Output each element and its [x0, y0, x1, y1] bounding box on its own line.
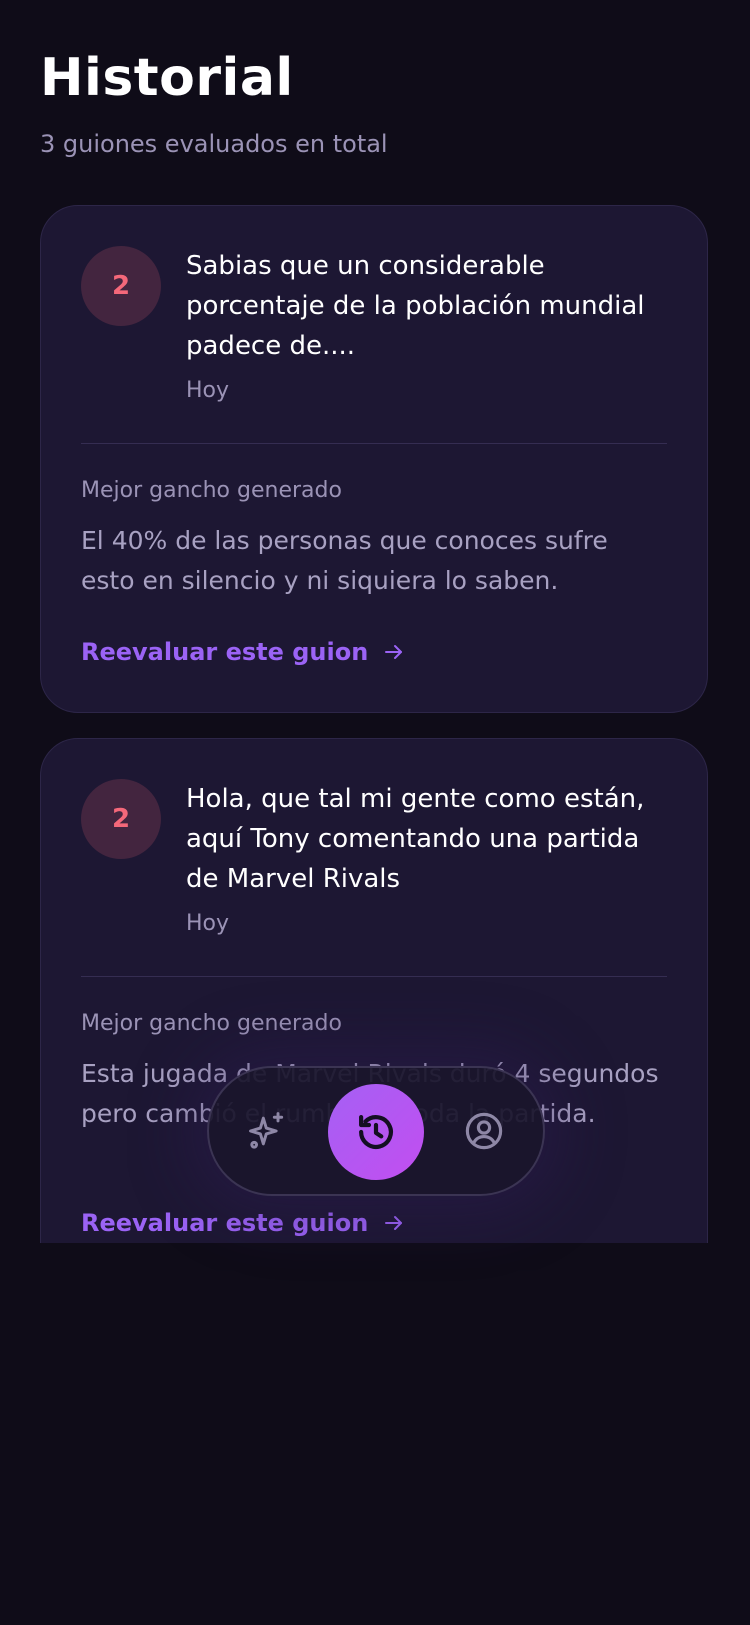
best-hook-text: El 40% de las personas que conoces sufre…: [81, 526, 608, 595]
arrow-right-icon: [382, 1211, 406, 1235]
card-divider: [81, 976, 667, 977]
reevaluate-link-label: Reevaluar este guion: [81, 1209, 369, 1237]
script-date: Hoy: [186, 378, 230, 403]
best-hook-label: Mejor gancho generado: [81, 1011, 342, 1036]
reevaluate-link[interactable]: Reevaluar este guion: [81, 638, 406, 666]
script-date: Hoy: [186, 911, 230, 936]
reevaluate-link-label: Reevaluar este guion: [81, 638, 369, 666]
history-icon: [355, 1111, 397, 1153]
nav-create-button[interactable]: [234, 1098, 300, 1164]
nav-history-button[interactable]: [328, 1084, 424, 1180]
score-badge: 2: [81, 779, 161, 859]
history-card[interactable]: 2 Sabias que un considerable porcentaje …: [40, 205, 708, 713]
script-title: Sabias que un considerable porcentaje de…: [186, 251, 645, 361]
nav-profile-button[interactable]: [451, 1098, 517, 1164]
script-title: Hola, que tal mi gente como están, aquí …: [186, 784, 645, 894]
card-divider: [81, 443, 667, 444]
arrow-right-icon: [382, 640, 406, 664]
page-title: Historial: [40, 48, 294, 108]
bottom-nav: [207, 1066, 545, 1196]
reevaluate-link[interactable]: Reevaluar este guion: [81, 1209, 406, 1237]
sparkles-icon: [245, 1109, 289, 1153]
user-circle-icon: [463, 1110, 505, 1152]
page-subtitle: 3 guiones evaluados en total: [40, 130, 388, 158]
score-badge: 2: [81, 246, 161, 326]
history-screen: Historial 3 guiones evaluados en total 2…: [0, 0, 750, 1625]
best-hook-label: Mejor gancho generado: [81, 478, 342, 503]
